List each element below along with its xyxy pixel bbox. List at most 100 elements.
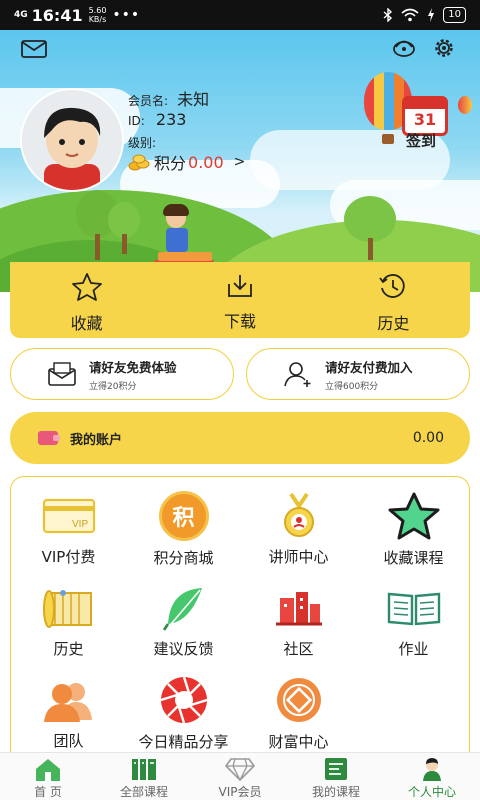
avatar[interactable] xyxy=(20,88,124,192)
checkin-button[interactable]: 签到 xyxy=(406,130,436,151)
points-label: 积分 xyxy=(154,154,187,173)
my-courses-icon xyxy=(325,758,347,780)
vip-card-icon: VIP xyxy=(42,498,95,533)
nav-home[interactable]: 首 页 xyxy=(0,753,96,800)
history-clock-icon xyxy=(379,274,406,298)
star-filled-icon xyxy=(388,492,439,540)
favorite-courses-button[interactable]: 收藏课程 xyxy=(356,477,471,567)
downloads-button[interactable]: 下载 xyxy=(163,262,316,338)
all-courses-icon xyxy=(132,759,156,780)
community-button[interactable]: 社区 xyxy=(241,569,356,659)
checkin-day: 31 xyxy=(413,110,437,129)
feather-icon xyxy=(162,587,202,631)
history-grid-button[interactable]: 历史 xyxy=(11,569,126,659)
message-button[interactable] xyxy=(20,38,48,60)
vip-payment-button[interactable]: VIP VIP付费 xyxy=(11,477,126,567)
points-row[interactable]: 积分 0.00 > xyxy=(128,150,245,174)
invite-free-title: 请好友免费体验 xyxy=(89,359,177,375)
points-value: 0.00 xyxy=(188,152,224,172)
status-time: 16:41 xyxy=(31,5,83,25)
homework-button[interactable]: 作业 xyxy=(356,569,471,659)
nav-vip-label: VIP会员 xyxy=(218,785,262,799)
network-speed-unit: KB/s xyxy=(88,15,107,24)
scroll-icon xyxy=(42,589,92,628)
my-account-label: 我的账户 xyxy=(70,432,123,448)
favorite-courses-label: 收藏课程 xyxy=(383,549,444,567)
fortune-coin-icon xyxy=(276,678,321,722)
community-label: 社区 xyxy=(283,640,314,658)
member-id-label: ID: xyxy=(128,114,145,128)
points-mall-label: 积分商城 xyxy=(153,549,214,567)
member-level-label: 级别: xyxy=(128,136,157,150)
star-outline-icon xyxy=(71,273,102,301)
envelope-icon xyxy=(48,362,76,386)
small-balloon-illustration xyxy=(458,96,472,114)
my-account-balance: 0.00 xyxy=(412,430,444,446)
points-mall-button[interactable]: 积 积分商城 xyxy=(126,477,241,567)
signal-indicator: 4G xyxy=(14,10,28,20)
open-book-icon xyxy=(387,592,440,625)
favorites-button[interactable]: 收藏 xyxy=(10,262,163,338)
wallet-icon xyxy=(38,431,60,445)
profile-header: 会员名: 未知 ID: 233 级别: 积分 0.00 > 31 签到 xyxy=(0,30,480,292)
favorites-label: 收藏 xyxy=(70,314,103,333)
lecturer-center-button[interactable]: 讲师中心 xyxy=(241,477,356,567)
points-coin-icon: 积 xyxy=(154,491,214,541)
bluetooth-icon xyxy=(383,8,393,22)
settings-button[interactable] xyxy=(430,34,458,62)
nav-all-courses-label: 全部课程 xyxy=(119,785,168,799)
nav-my-courses-label: 我的课程 xyxy=(311,785,360,799)
feature-grid: VIP VIP付费 积 积分商城 讲师中心 收藏课程 历史 建议反馈 社区 作业 xyxy=(10,476,470,752)
wifi-icon xyxy=(401,8,419,22)
gear-icon xyxy=(435,39,453,57)
team-button[interactable]: 团队 xyxy=(11,661,126,751)
member-name-label: 会员名: xyxy=(128,94,169,108)
customer-service-button[interactable] xyxy=(390,34,418,62)
history-label: 历史 xyxy=(377,314,410,333)
profile-icon xyxy=(423,758,441,781)
add-user-icon xyxy=(284,362,311,387)
network-speed-value: 5.60 xyxy=(88,6,107,15)
history-button[interactable]: 历史 xyxy=(317,262,470,338)
nav-profile[interactable]: 个人中心 xyxy=(384,753,480,800)
home-icon xyxy=(36,759,60,781)
aperture-icon xyxy=(160,676,207,724)
wealth-center-button[interactable]: 财富中心 xyxy=(241,661,356,751)
member-name-row: 会员名: 未知 xyxy=(128,86,209,110)
tree-decoration xyxy=(344,196,396,242)
downloads-label: 下载 xyxy=(223,312,256,331)
buildings-icon xyxy=(275,591,322,625)
team-label: 团队 xyxy=(53,732,84,750)
vip-payment-label: VIP付费 xyxy=(41,548,96,566)
wealth-center-label: 财富中心 xyxy=(268,733,329,751)
history-grid-label: 历史 xyxy=(53,640,84,658)
invite-paid-title: 请好友付费加入 xyxy=(325,359,413,375)
svg-text:VIP: VIP xyxy=(72,519,88,530)
nav-home-label: 首 页 xyxy=(34,785,62,799)
daily-share-button[interactable]: 今日精品分享 xyxy=(126,661,241,751)
lecturer-center-label: 讲师中心 xyxy=(268,548,329,566)
member-id-row: ID: 233 xyxy=(128,110,186,129)
invite-paid-subtitle: 立得600积分 xyxy=(325,381,379,392)
my-account-button[interactable]: 我的账户 0.00 xyxy=(10,412,470,464)
nav-profile-label: 个人中心 xyxy=(407,785,456,799)
feedback-label: 建议反馈 xyxy=(153,640,214,658)
nav-all-courses[interactable]: 全部课程 xyxy=(96,753,192,800)
headset-icon xyxy=(393,40,415,57)
envelope-icon xyxy=(21,40,47,58)
network-speed: 5.60 KB/s xyxy=(89,6,107,24)
points-coin-text: 积 xyxy=(172,506,195,531)
points-chevron-icon: > xyxy=(233,154,246,170)
tree-decoration xyxy=(108,202,140,238)
coins-icon xyxy=(128,154,150,171)
nav-vip[interactable]: VIP会员 xyxy=(192,753,288,800)
member-name-value: 未知 xyxy=(177,90,210,109)
quick-actions: 收藏 下载 历史 xyxy=(10,262,470,338)
feedback-button[interactable]: 建议反馈 xyxy=(126,569,241,659)
invite-free-subtitle: 立得20积分 xyxy=(89,381,137,392)
homework-label: 作业 xyxy=(398,640,429,658)
invite-paid-button[interactable]: 请好友付费加入 立得600积分 xyxy=(246,348,470,400)
charging-icon xyxy=(428,8,435,22)
invite-free-trial-button[interactable]: 请好友免费体验 立得20积分 xyxy=(10,348,234,400)
nav-my-courses[interactable]: 我的课程 xyxy=(288,753,384,800)
